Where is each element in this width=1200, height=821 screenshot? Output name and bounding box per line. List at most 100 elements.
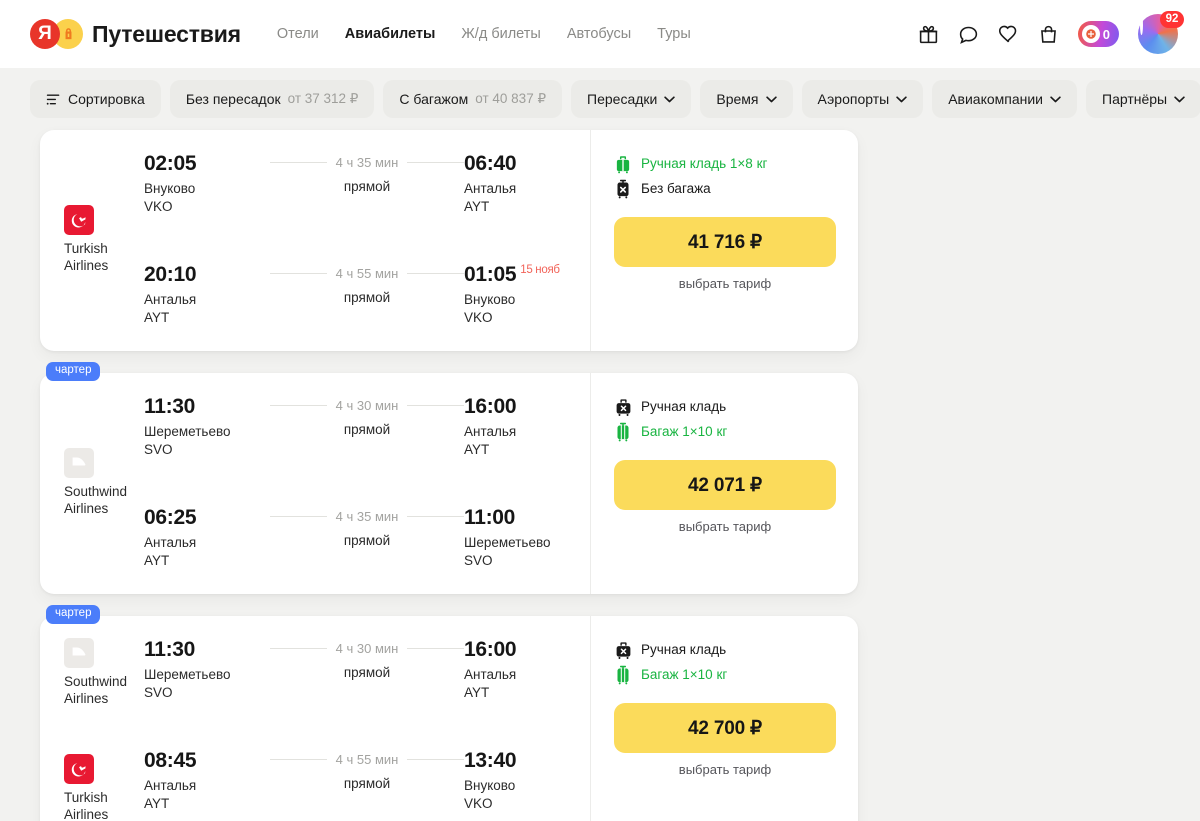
plus-icon bbox=[1081, 25, 1100, 43]
select-tariff-link[interactable]: выбрать тариф bbox=[614, 519, 836, 534]
plus-count: 0 bbox=[1102, 26, 1110, 42]
fare-panel: Ручная кладь Багаж 1×10 кг 42 071 ₽ выбр… bbox=[590, 373, 858, 594]
filter-chip-label: Без пересадок bbox=[185, 91, 281, 107]
filter-chip-airports[interactable]: Аэропорты bbox=[801, 80, 924, 118]
departure-airport-code: SVO bbox=[144, 442, 173, 457]
arrival-time: 01:05 bbox=[464, 263, 517, 286]
price-button[interactable]: 42 700 ₽ bbox=[614, 703, 836, 753]
segment-duration-block: 4 ч 35 мин прямой bbox=[270, 152, 464, 194]
filter-chip-label: С багажом bbox=[399, 91, 469, 107]
filter-chip-with-baggage[interactable]: С багажом от 40 837 ₽ bbox=[383, 80, 563, 118]
departure-time: 20:10 bbox=[144, 263, 197, 286]
filter-chip-airlines[interactable]: Авиакомпании bbox=[932, 80, 1078, 118]
carry-on-crossed-icon bbox=[614, 640, 632, 660]
baggage-label: Багаж 1×10 кг bbox=[641, 667, 728, 682]
departure-city: Анталья bbox=[144, 292, 197, 307]
arrival-city: Анталья bbox=[464, 424, 517, 439]
flight-arrival: 13:40 Внуково VKO bbox=[464, 749, 590, 813]
airline-name: Turkish Airlines bbox=[64, 240, 144, 274]
nav-item-hotels[interactable]: Отели bbox=[277, 26, 319, 42]
plus-subscription-badge[interactable]: 0 bbox=[1077, 21, 1119, 47]
suitcase-icon bbox=[617, 422, 629, 442]
avatar[interactable]: 92 bbox=[1138, 11, 1184, 54]
duration-line-left bbox=[270, 759, 327, 760]
flight-segment[interactable]: 20:10 Анталья AYT 4 ч 55 мин прямой 01:0… bbox=[144, 263, 590, 327]
logo[interactable]: Я Путешествия bbox=[30, 19, 241, 49]
baggage-label: Ручная кладь 1×8 кг bbox=[641, 156, 768, 171]
nav-item-tours[interactable]: Туры bbox=[657, 26, 691, 42]
backpack-icon bbox=[65, 27, 71, 39]
filter-chip-label: Партнёры bbox=[1102, 91, 1168, 107]
flight-segment[interactable]: 08:45 Анталья AYT 4 ч 55 мин прямой 13:4… bbox=[144, 749, 590, 813]
flight-result-card[interactable]: чартер Southwind Airlines Turkish Airlin… bbox=[40, 605, 858, 821]
nav-item-flights[interactable]: Авиабилеты bbox=[345, 26, 436, 42]
filter-chip-partners[interactable]: Партнёры bbox=[1086, 80, 1200, 118]
flight-segment[interactable]: 11:30 Шереметьево SVO 4 ч 30 мин прямой … bbox=[144, 395, 590, 459]
departure-time-row: 02:05 bbox=[144, 152, 270, 176]
departure-city: Внуково bbox=[144, 181, 196, 196]
flight-arrival: 06:40 Анталья AYT bbox=[464, 152, 590, 216]
fare-panel: Ручная кладь 1×8 кг Без багажа 41 716 ₽ … bbox=[590, 130, 858, 351]
suitcase-icon bbox=[614, 665, 632, 685]
departure-airport-code: AYT bbox=[144, 310, 170, 325]
departure-time: 11:30 bbox=[144, 395, 196, 418]
flight-result-card[interactable]: чартер Southwind Airlines 11:30 Шереметье… bbox=[40, 362, 858, 594]
select-tariff-link[interactable]: выбрать тариф bbox=[614, 762, 836, 777]
nav-item-buses[interactable]: Автобусы bbox=[567, 26, 631, 42]
departure-time-row: 08:45 bbox=[144, 749, 270, 773]
arrival-time-row: 06:40 bbox=[464, 152, 590, 176]
flight-segment[interactable]: 02:05 Внуково VKO 4 ч 35 мин прямой 06:4… bbox=[144, 152, 590, 216]
duration-line-left bbox=[270, 516, 327, 517]
gift-icon[interactable] bbox=[918, 24, 939, 45]
carry-on-icon bbox=[616, 155, 630, 173]
departure-time-row: 11:30 bbox=[144, 638, 270, 662]
sort-button[interactable]: Сортировка bbox=[30, 80, 161, 118]
flight-duration: 4 ч 30 мин bbox=[335, 641, 399, 656]
flight-itinerary: Turkish Airlines 02:05 Внуково VKO 4 ч 35… bbox=[40, 130, 590, 351]
filter-chip-label: Аэропорты bbox=[817, 91, 890, 107]
segment-duration-block: 4 ч 35 мин прямой bbox=[270, 506, 464, 548]
flight-segment[interactable]: 11:30 Шереметьево SVO 4 ч 30 мин прямой … bbox=[144, 638, 590, 702]
select-tariff-link[interactable]: выбрать тариф bbox=[614, 276, 836, 291]
flight-itinerary: Southwind Airlines 11:30 Шереметьево SVO … bbox=[40, 373, 590, 594]
filter-chip-transfers[interactable]: Пересадки bbox=[571, 80, 692, 118]
baggage-row: Ручная кладь bbox=[614, 640, 836, 660]
baggage-row: Ручная кладь 1×8 кг bbox=[614, 154, 836, 174]
heart-icon[interactable] bbox=[998, 24, 1019, 45]
flight-segment[interactable]: 06:25 Анталья AYT 4 ч 35 мин прямой 11:0… bbox=[144, 506, 590, 570]
fare-panel: Ручная кладь Багаж 1×10 кг 42 700 ₽ выбр… bbox=[590, 616, 858, 821]
arrival-time-row: 16:00 bbox=[464, 638, 590, 662]
filter-chip-nonstop[interactable]: Без пересадок от 37 312 ₽ bbox=[169, 80, 375, 118]
airline-name-line: Turkish bbox=[64, 790, 108, 805]
chevron-down-icon bbox=[1174, 95, 1185, 102]
price-button[interactable]: 42 071 ₽ bbox=[614, 460, 836, 510]
departure-airport-code: VKO bbox=[144, 199, 173, 214]
carry-on-crossed-icon bbox=[616, 641, 630, 659]
duration-row: 4 ч 35 мин bbox=[270, 155, 464, 170]
duration-line-right bbox=[407, 405, 464, 406]
arrival-time: 11:00 bbox=[464, 506, 516, 529]
notification-count-badge: 92 bbox=[1160, 11, 1184, 28]
airline-name: Southwind Airlines bbox=[64, 673, 144, 707]
departure-city: Анталья bbox=[144, 535, 197, 550]
departure-time-row: 20:10 bbox=[144, 263, 270, 287]
duration-line-left bbox=[270, 273, 327, 274]
filter-chip-label: Пересадки bbox=[587, 91, 658, 107]
site-header: Я Путешествия Отели Авиабилеты Ж/д билет… bbox=[0, 0, 1200, 68]
departure-airport-code: AYT bbox=[144, 553, 170, 568]
airline-column: Turkish Airlines bbox=[40, 152, 144, 327]
flight-stops: прямой bbox=[343, 776, 391, 791]
price-button[interactable]: 41 716 ₽ bbox=[614, 217, 836, 267]
chat-icon[interactable] bbox=[958, 24, 979, 45]
turkish-airlines-logo bbox=[64, 754, 94, 784]
arrival-airport-code: SVO bbox=[464, 553, 493, 568]
filter-chip-time[interactable]: Время bbox=[700, 80, 793, 118]
departure-time: 06:25 bbox=[144, 506, 197, 529]
nav-item-trains[interactable]: Ж/д билеты bbox=[461, 26, 540, 42]
flight-results-list: Turkish Airlines 02:05 Внуково VKO 4 ч 35… bbox=[0, 130, 1200, 821]
airline-name-line: Airlines bbox=[64, 691, 109, 706]
flight-result-card[interactable]: Turkish Airlines 02:05 Внуково VKO 4 ч 35… bbox=[40, 130, 858, 351]
airline-name-line: Airlines bbox=[64, 258, 109, 273]
bag-icon[interactable] bbox=[1038, 24, 1059, 45]
flight-departure: 06:25 Анталья AYT bbox=[144, 506, 270, 570]
